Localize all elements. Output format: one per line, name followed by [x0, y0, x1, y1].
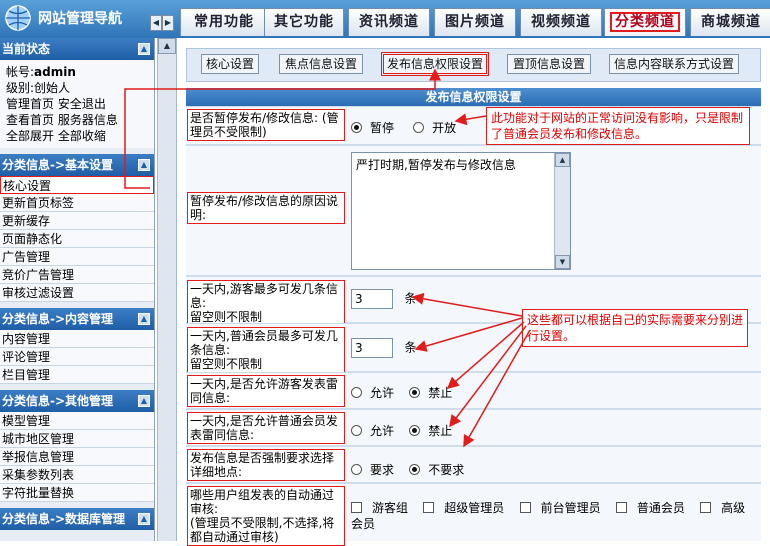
row-auto-approve: 哪些用户组发表的自动通过审核: (管理员不受限制,不选择,将都自动通过审核) 游… [186, 483, 761, 546]
force-loc-label: 发布信息是否强制要求选择详细地点: [187, 449, 345, 481]
member-limit-input[interactable]: 3 [351, 338, 393, 358]
sidebar-item-collect[interactable]: 采集参数列表 [0, 466, 154, 484]
sidebar-item-models[interactable]: 模型管理 [0, 412, 154, 430]
radio-require[interactable] [351, 464, 362, 475]
scroll-down-icon[interactable]: ▼ [555, 255, 570, 269]
sidebar-item-update-cache[interactable]: 更新缓存 [0, 212, 154, 230]
row-member-duplicate: 一天内,是否允许普通会员发表雷同信息: 允许 禁止 [186, 409, 761, 445]
tab-common[interactable]: 常用功能 [180, 8, 268, 36]
radio-open[interactable] [413, 122, 425, 133]
guest-dup-label: 一天内,是否允许游客发表雷同信息: [187, 375, 345, 407]
radio-pause[interactable] [351, 122, 362, 133]
tab-news[interactable]: 资讯频道 [348, 8, 430, 36]
collapse-icon[interactable]: ▲ [138, 395, 150, 407]
account-level: 创始人 [34, 81, 71, 95]
sidebar-item-audit-filter[interactable]: 审核过滤设置 [0, 284, 154, 302]
pause-label: 是否暂停发布/修改信息: (管理员不受限制) [187, 109, 345, 141]
collapse-icon[interactable]: ▲ [138, 513, 150, 525]
sidebar-item-bid-ads[interactable]: 竞价广告管理 [0, 266, 154, 284]
checkbox-super-admin[interactable] [423, 502, 435, 513]
pause-options: 暂停 开放 [351, 119, 456, 136]
sidebar-item-content[interactable]: 内容管理 [0, 330, 154, 348]
section-basic-settings[interactable]: 分类信息->基本设置 ▲ [0, 154, 154, 176]
sidebar-item-ads[interactable]: 广告管理 [0, 248, 154, 266]
subnav-core-settings[interactable]: 核心设置 [201, 54, 259, 74]
collapse-icon[interactable]: ▲ [138, 43, 150, 55]
checkbox-guest-group[interactable] [351, 502, 362, 513]
collapse-icon[interactable]: ▲ [138, 313, 150, 325]
reason-label: 暂停发布/修改信息的原因说明: [187, 192, 345, 224]
section-content-management[interactable]: 分类信息->内容管理 ▲ [0, 308, 154, 330]
tab-photo[interactable]: 图片频道 [434, 8, 516, 36]
guest-limit-label: 一天内,游客最多可发几条信息: 留空则不限制 [187, 280, 345, 326]
row-reason: 暂停发布/修改信息的原因说明: 严打时期,暂停发布与修改信息 ▲ ▼ [186, 145, 761, 275]
tab-video[interactable]: 视频频道 [520, 8, 602, 36]
tab-scroll-arrows: ◀ ▶ [150, 14, 176, 31]
brand: 网站管理导航 [0, 0, 150, 38]
auto-approve-label: 哪些用户组发表的自动通过审核: (管理员不受限制,不选择,将都自动通过审核) [187, 486, 345, 546]
subnav-publish-permission[interactable]: 发布信息权限设置 [381, 52, 489, 76]
settings-subnav: 核心设置 焦点信息设置 发布信息权限设置 置顶信息设置 信息内容联系方式设置 [186, 48, 761, 82]
link-collapse-all[interactable]: 全部收缩 [58, 129, 106, 143]
radio-guest-allow[interactable] [351, 387, 362, 398]
section-database[interactable]: 分类信息->数据库管理 ▲ [0, 508, 154, 530]
tab-mall[interactable]: 商城频道 [690, 8, 770, 36]
row-guest-duplicate: 一天内,是否允许游客发表雷同信息: 允许 禁止 [186, 372, 761, 408]
sidebar-item-regions[interactable]: 城市地区管理 [0, 430, 154, 448]
sidebar-item-columns[interactable]: 栏目管理 [0, 366, 154, 384]
top-bar: 网站管理导航 ◀ ▶ 常用功能 其它功能 资讯频道 图片频道 视频频道 分类频道 … [0, 0, 770, 38]
frame-scrollbar[interactable]: ▲ [157, 38, 177, 541]
sidebar-item-reports[interactable]: 举报信息管理 [0, 448, 154, 466]
link-view-home[interactable]: 查看首页 [6, 113, 54, 127]
link-server-info[interactable]: 服务器信息 [58, 113, 118, 127]
subnav-contact-settings[interactable]: 信息内容联系方式设置 [609, 54, 739, 74]
radio-member-forbid[interactable] [409, 425, 421, 436]
pause-note: 此功能对于网站的正常访问没有影响，只是限制了普通会员发布和修改信息。 [486, 107, 750, 145]
scroll-left-icon[interactable]: ◀ [150, 15, 162, 31]
row-force-location: 发布信息是否强制要求选择详细地点: 要求 不要求 [186, 446, 761, 482]
scroll-up-icon[interactable]: ▲ [158, 38, 176, 54]
app-title: 网站管理导航 [38, 11, 122, 27]
sidebar-item-core-settings[interactable]: 核心设置 [0, 176, 154, 194]
member-limit-label: 一天内,普通会员最多可发几条信息: 留空则不限制 [187, 327, 345, 373]
radio-not-require[interactable] [409, 464, 421, 475]
section-other-management[interactable]: 分类信息->其他管理 ▲ [0, 390, 154, 412]
tab-classified[interactable]: 分类频道 [604, 8, 686, 36]
sidebar-item-replace[interactable]: 字符批量替换 [0, 484, 154, 502]
textarea-scrollbar[interactable]: ▲ ▼ [554, 153, 570, 269]
sidebar-item-static-pages[interactable]: 页面静态化 [0, 230, 154, 248]
sidebar-item-comments[interactable]: 评论管理 [0, 348, 154, 366]
radio-member-allow[interactable] [351, 425, 362, 436]
scroll-right-icon[interactable]: ▶ [162, 15, 174, 31]
link-expand-all[interactable]: 全部展开 [6, 129, 54, 143]
checkbox-member[interactable] [615, 502, 627, 513]
status-box: 帐号:admin 级别:创始人 管理首页 安全退出 查看首页 服务器信息 全部展… [0, 60, 154, 148]
globe-logo-icon [5, 5, 31, 31]
member-dup-label: 一天内,是否允许普通会员发表雷同信息: [187, 412, 345, 444]
status-section-header[interactable]: 当前状态 ▲ [0, 38, 154, 60]
subnav-top-settings[interactable]: 置顶信息设置 [507, 54, 591, 74]
collapse-icon[interactable]: ▲ [138, 159, 150, 171]
reason-textarea[interactable]: 严打时期,暂停发布与修改信息 ▲ ▼ [351, 152, 571, 270]
link-admin-home[interactable]: 管理首页 [6, 97, 54, 111]
checkbox-front-admin[interactable] [519, 502, 531, 513]
form-title: 发布信息权限设置 [186, 88, 761, 106]
limit-note: 这些都可以根据自己的实际需要来分别进行设置。 [522, 309, 748, 347]
sidebar-item-update-tags[interactable]: 更新首页标签 [0, 194, 154, 212]
guest-limit-input[interactable]: 3 [351, 289, 393, 309]
tab-other[interactable]: 其它功能 [264, 8, 344, 36]
sidebar: 当前状态 ▲ 帐号:admin 级别:创始人 管理首页 安全退出 查看首页 服务… [0, 38, 155, 541]
account-name: admin [34, 65, 76, 79]
subnav-focus-settings[interactable]: 焦点信息设置 [279, 54, 363, 74]
radio-guest-forbid[interactable] [409, 387, 421, 398]
scroll-up-icon[interactable]: ▲ [555, 153, 570, 167]
link-logout[interactable]: 安全退出 [58, 97, 106, 111]
checkbox-senior-member[interactable] [700, 502, 712, 513]
